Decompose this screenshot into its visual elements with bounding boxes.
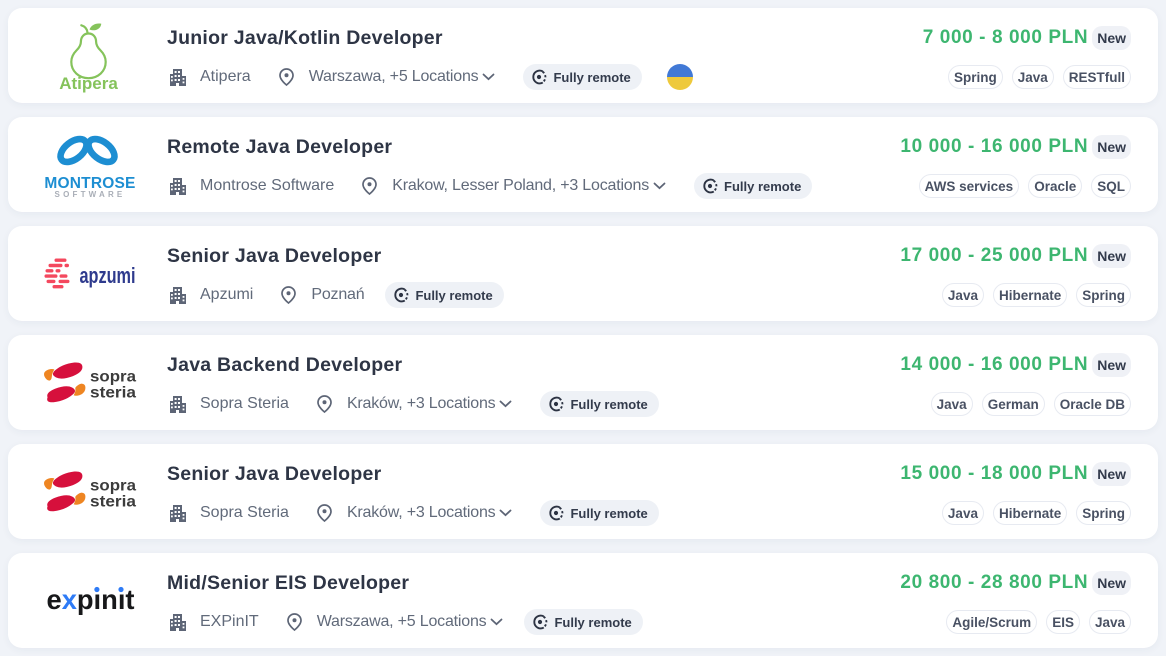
svg-text:Atipera: Atipera [59,74,118,93]
svg-text:steria: steria [90,493,136,510]
svg-text:apzumi: apzumi [79,263,135,288]
svg-text:steria: steria [90,384,136,401]
svg-text:sopra: sopra [90,477,136,494]
svg-text:SOFTWARE: SOFTWARE [54,190,125,199]
svg-text:sopra: sopra [90,368,136,385]
